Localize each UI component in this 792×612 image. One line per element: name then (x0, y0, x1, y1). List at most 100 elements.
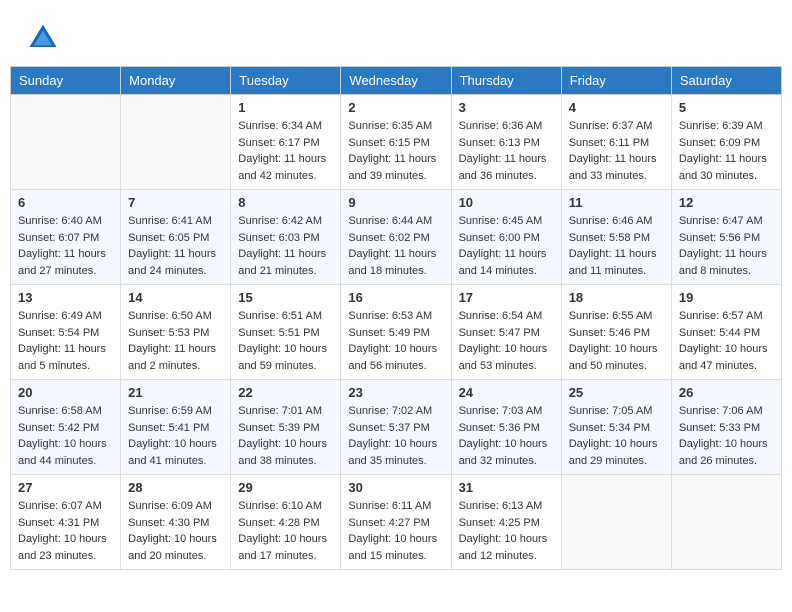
sunrise-text: Sunrise: 6:10 AM (238, 498, 333, 515)
sunset-text: Sunset: 6:15 PM (348, 135, 443, 152)
day-number: 24 (459, 385, 554, 400)
day-number: 5 (679, 100, 774, 115)
calendar-day-header: Sunday (11, 67, 121, 95)
daylight-text: Daylight: 10 hours and 47 minutes. (679, 341, 774, 374)
day-number: 9 (348, 195, 443, 210)
sunrise-text: Sunrise: 6:37 AM (569, 118, 664, 135)
calendar-day-cell: 31 Sunrise: 6:13 AM Sunset: 4:25 PM Dayl… (451, 475, 561, 570)
sunset-text: Sunset: 5:37 PM (348, 420, 443, 437)
day-number: 22 (238, 385, 333, 400)
calendar-day-cell: 21 Sunrise: 6:59 AM Sunset: 5:41 PM Dayl… (121, 380, 231, 475)
day-number: 6 (18, 195, 113, 210)
day-info: Sunrise: 6:42 AM Sunset: 6:03 PM Dayligh… (238, 213, 333, 279)
calendar-day-cell: 18 Sunrise: 6:55 AM Sunset: 5:46 PM Dayl… (561, 285, 671, 380)
sunset-text: Sunset: 5:47 PM (459, 325, 554, 342)
calendar-day-header: Saturday (671, 67, 781, 95)
daylight-text: Daylight: 11 hours and 2 minutes. (128, 341, 223, 374)
daylight-text: Daylight: 11 hours and 27 minutes. (18, 246, 113, 279)
sunset-text: Sunset: 4:27 PM (348, 515, 443, 532)
daylight-text: Daylight: 10 hours and 15 minutes. (348, 531, 443, 564)
sunrise-text: Sunrise: 7:05 AM (569, 403, 664, 420)
sunset-text: Sunset: 5:34 PM (569, 420, 664, 437)
sunset-text: Sunset: 5:53 PM (128, 325, 223, 342)
day-number: 27 (18, 480, 113, 495)
calendar-day-cell: 7 Sunrise: 6:41 AM Sunset: 6:05 PM Dayli… (121, 190, 231, 285)
day-number: 4 (569, 100, 664, 115)
sunset-text: Sunset: 6:17 PM (238, 135, 333, 152)
day-number: 11 (569, 195, 664, 210)
sunrise-text: Sunrise: 7:03 AM (459, 403, 554, 420)
calendar-day-cell: 22 Sunrise: 7:01 AM Sunset: 5:39 PM Dayl… (231, 380, 341, 475)
calendar-day-header: Wednesday (341, 67, 451, 95)
calendar-day-cell: 10 Sunrise: 6:45 AM Sunset: 6:00 PM Dayl… (451, 190, 561, 285)
day-info: Sunrise: 7:06 AM Sunset: 5:33 PM Dayligh… (679, 403, 774, 469)
calendar-day-cell: 16 Sunrise: 6:53 AM Sunset: 5:49 PM Dayl… (341, 285, 451, 380)
calendar-day-cell: 4 Sunrise: 6:37 AM Sunset: 6:11 PM Dayli… (561, 95, 671, 190)
calendar-day-cell: 3 Sunrise: 6:36 AM Sunset: 6:13 PM Dayli… (451, 95, 561, 190)
day-info: Sunrise: 6:53 AM Sunset: 5:49 PM Dayligh… (348, 308, 443, 374)
day-info: Sunrise: 6:54 AM Sunset: 5:47 PM Dayligh… (459, 308, 554, 374)
sunset-text: Sunset: 6:11 PM (569, 135, 664, 152)
calendar-day-cell (11, 95, 121, 190)
day-info: Sunrise: 6:46 AM Sunset: 5:58 PM Dayligh… (569, 213, 664, 279)
day-info: Sunrise: 6:37 AM Sunset: 6:11 PM Dayligh… (569, 118, 664, 184)
calendar-day-cell (561, 475, 671, 570)
sunrise-text: Sunrise: 6:07 AM (18, 498, 113, 515)
calendar-day-cell: 17 Sunrise: 6:54 AM Sunset: 5:47 PM Dayl… (451, 285, 561, 380)
day-number: 28 (128, 480, 223, 495)
sunrise-text: Sunrise: 6:53 AM (348, 308, 443, 325)
day-number: 1 (238, 100, 333, 115)
calendar-week-row: 20 Sunrise: 6:58 AM Sunset: 5:42 PM Dayl… (11, 380, 782, 475)
day-number: 16 (348, 290, 443, 305)
daylight-text: Daylight: 10 hours and 17 minutes. (238, 531, 333, 564)
sunrise-text: Sunrise: 6:34 AM (238, 118, 333, 135)
day-info: Sunrise: 6:49 AM Sunset: 5:54 PM Dayligh… (18, 308, 113, 374)
calendar-day-cell: 5 Sunrise: 6:39 AM Sunset: 6:09 PM Dayli… (671, 95, 781, 190)
daylight-text: Daylight: 10 hours and 32 minutes. (459, 436, 554, 469)
calendar-day-cell: 14 Sunrise: 6:50 AM Sunset: 5:53 PM Dayl… (121, 285, 231, 380)
day-info: Sunrise: 6:55 AM Sunset: 5:46 PM Dayligh… (569, 308, 664, 374)
sunset-text: Sunset: 5:41 PM (128, 420, 223, 437)
sunrise-text: Sunrise: 6:54 AM (459, 308, 554, 325)
calendar-week-row: 6 Sunrise: 6:40 AM Sunset: 6:07 PM Dayli… (11, 190, 782, 285)
sunrise-text: Sunrise: 6:42 AM (238, 213, 333, 230)
day-number: 13 (18, 290, 113, 305)
calendar-day-header: Thursday (451, 67, 561, 95)
calendar-day-cell (671, 475, 781, 570)
logo (25, 20, 64, 56)
sunrise-text: Sunrise: 6:45 AM (459, 213, 554, 230)
calendar-week-row: 1 Sunrise: 6:34 AM Sunset: 6:17 PM Dayli… (11, 95, 782, 190)
day-number: 20 (18, 385, 113, 400)
day-info: Sunrise: 6:36 AM Sunset: 6:13 PM Dayligh… (459, 118, 554, 184)
day-number: 17 (459, 290, 554, 305)
calendar-day-cell: 2 Sunrise: 6:35 AM Sunset: 6:15 PM Dayli… (341, 95, 451, 190)
daylight-text: Daylight: 10 hours and 53 minutes. (459, 341, 554, 374)
sunset-text: Sunset: 5:36 PM (459, 420, 554, 437)
calendar-day-cell: 19 Sunrise: 6:57 AM Sunset: 5:44 PM Dayl… (671, 285, 781, 380)
daylight-text: Daylight: 10 hours and 44 minutes. (18, 436, 113, 469)
daylight-text: Daylight: 10 hours and 50 minutes. (569, 341, 664, 374)
sunset-text: Sunset: 5:56 PM (679, 230, 774, 247)
calendar-day-cell: 8 Sunrise: 6:42 AM Sunset: 6:03 PM Dayli… (231, 190, 341, 285)
sunset-text: Sunset: 6:07 PM (18, 230, 113, 247)
sunrise-text: Sunrise: 6:49 AM (18, 308, 113, 325)
sunset-text: Sunset: 6:09 PM (679, 135, 774, 152)
day-info: Sunrise: 6:09 AM Sunset: 4:30 PM Dayligh… (128, 498, 223, 564)
sunset-text: Sunset: 5:54 PM (18, 325, 113, 342)
sunrise-text: Sunrise: 6:59 AM (128, 403, 223, 420)
daylight-text: Daylight: 11 hours and 11 minutes. (569, 246, 664, 279)
day-number: 26 (679, 385, 774, 400)
day-info: Sunrise: 7:02 AM Sunset: 5:37 PM Dayligh… (348, 403, 443, 469)
day-number: 18 (569, 290, 664, 305)
sunset-text: Sunset: 5:58 PM (569, 230, 664, 247)
daylight-text: Daylight: 10 hours and 23 minutes. (18, 531, 113, 564)
calendar-day-cell: 13 Sunrise: 6:49 AM Sunset: 5:54 PM Dayl… (11, 285, 121, 380)
sunrise-text: Sunrise: 6:13 AM (459, 498, 554, 515)
sunset-text: Sunset: 4:30 PM (128, 515, 223, 532)
calendar-day-header: Friday (561, 67, 671, 95)
day-number: 8 (238, 195, 333, 210)
sunset-text: Sunset: 5:51 PM (238, 325, 333, 342)
sunrise-text: Sunrise: 6:46 AM (569, 213, 664, 230)
sunset-text: Sunset: 6:00 PM (459, 230, 554, 247)
calendar-day-header: Monday (121, 67, 231, 95)
